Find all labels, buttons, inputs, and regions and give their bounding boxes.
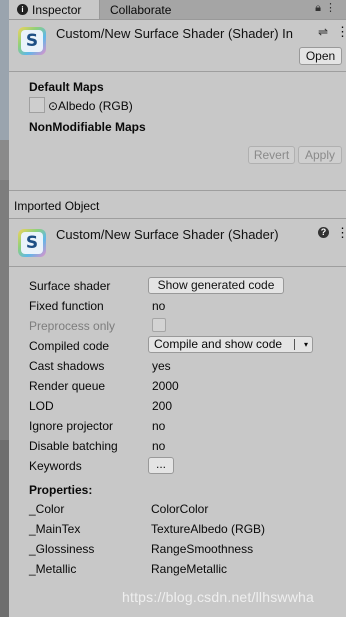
kebab-menu-icon[interactable]: ⋮: [336, 225, 346, 241]
tab-bar: i Inspector Collaborate 🔒︎⋮: [9, 0, 346, 20]
open-button[interactable]: Open: [299, 47, 342, 65]
fixed-function-label: Fixed function: [29, 299, 104, 313]
show-generated-code-button[interactable]: Show generated code: [148, 277, 284, 294]
tab-collaborate-label: Collaborate: [110, 3, 172, 17]
shader-icon: S: [18, 27, 46, 55]
property-value: TextureAlbedo (RGB): [151, 522, 266, 536]
inspector-panel: i Inspector Collaborate 🔒︎⋮ S Custom/New…: [9, 0, 346, 617]
albedo-texture-slot[interactable]: [29, 97, 45, 113]
keywords-button[interactable]: ...: [148, 457, 174, 474]
compile-and-show-code-button[interactable]: Compile and show code: [154, 337, 282, 352]
render-queue-label: Render queue: [29, 379, 106, 393]
kebab-menu-icon[interactable]: ⋮: [336, 24, 346, 40]
lod-value: 200: [152, 399, 173, 413]
property-name: _MainTex: [29, 522, 81, 536]
albedo-label: ⊙Albedo (RGB): [48, 99, 133, 113]
header-title: Custom/New Surface Shader (Shader) In: [56, 26, 293, 41]
cast-shadows-label: Cast shadows: [29, 359, 105, 373]
compile-and-show-code-dropdown[interactable]: Compile and show code ▾: [148, 336, 313, 353]
imported-object-title: Imported Object: [14, 199, 100, 213]
property-name: _Color: [29, 502, 65, 516]
kebab-menu-icon[interactable]: ⋮: [325, 2, 340, 14]
property-value: RangeMetallic: [151, 562, 228, 576]
nonmodifiable-maps-title: NonModifiable Maps: [29, 120, 146, 134]
apply-button[interactable]: Apply: [298, 146, 342, 164]
fixed-function-value: no: [152, 299, 166, 313]
preprocess-only-label: Preprocess only: [29, 319, 116, 333]
imported-object-name: Custom/New Surface Shader (Shader): [56, 227, 279, 242]
property-value: RangeSmoothness: [151, 542, 254, 556]
shader-icon: S: [18, 229, 46, 257]
cast-shadows-value: yes: [152, 359, 171, 373]
scene-view-edge: [0, 0, 9, 617]
tab-tools: 🔒︎⋮: [315, 1, 340, 15]
settings-sliders-icon[interactable]: ⇌: [318, 25, 328, 39]
default-maps-title: Default Maps: [29, 80, 104, 94]
keywords-label: Keywords: [29, 459, 82, 473]
tab-inspector[interactable]: i Inspector: [9, 0, 100, 19]
revert-button[interactable]: Revert: [248, 146, 295, 164]
chevron-down-icon[interactable]: ▾: [304, 337, 308, 352]
property-name: _Glossiness: [29, 542, 95, 556]
lock-icon[interactable]: 🔒︎: [315, 2, 325, 14]
property-value: ColorColor: [151, 502, 209, 516]
tab-inspector-label: Inspector: [32, 3, 82, 17]
preprocess-only-checkbox[interactable]: [152, 318, 166, 332]
help-icon[interactable]: ?: [318, 227, 329, 238]
ignore-projector-label: Ignore projector: [29, 419, 114, 433]
watermark: https://blog.csdn.net/llhswwha: [122, 589, 314, 605]
tab-collaborate[interactable]: Collaborate: [110, 0, 171, 19]
surface-shader-label: Surface shader: [29, 279, 111, 293]
disable-batching-value: no: [152, 439, 166, 453]
compiled-code-label: Compiled code: [29, 339, 110, 353]
ignore-projector-value: no: [152, 419, 166, 433]
lod-label: LOD: [29, 399, 54, 413]
info-icon: i: [17, 4, 28, 15]
property-name: _Metallic: [29, 562, 77, 576]
render-queue-value: 2000: [152, 379, 179, 393]
properties-title: Properties:: [29, 483, 93, 497]
disable-batching-label: Disable batching: [29, 439, 118, 453]
